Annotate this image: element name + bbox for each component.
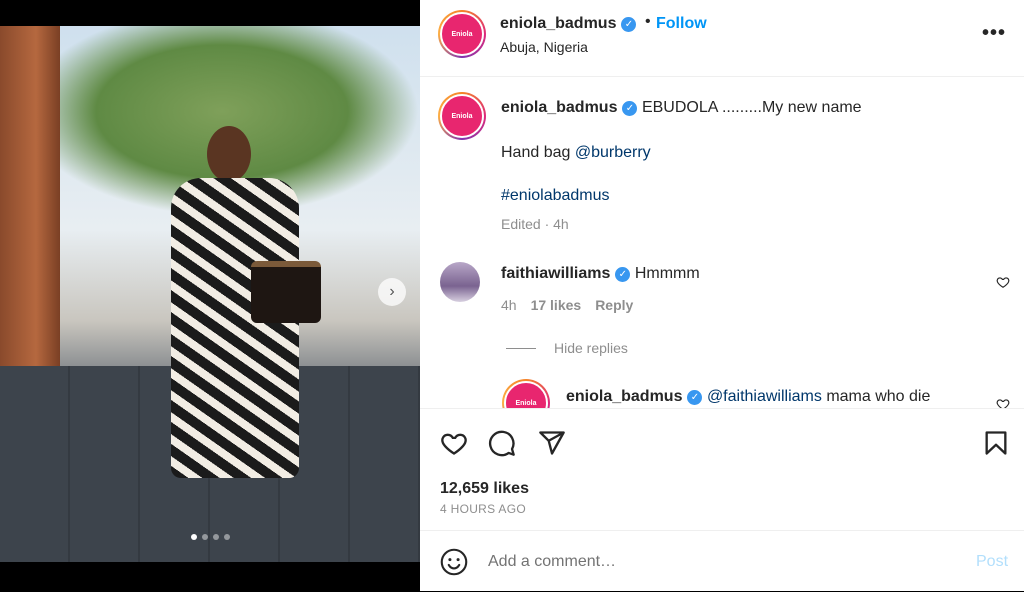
next-arrow-icon[interactable]: ›: [378, 278, 406, 306]
avatar-logo: Eniola: [440, 94, 484, 138]
comment-input[interactable]: [488, 549, 948, 575]
photo-wall: [0, 26, 60, 386]
comment-line: faithiawilliams ✓ Hmmmm: [501, 265, 700, 283]
username-link[interactable]: eniola_badmus ✓: [500, 15, 637, 33]
caption-line: #eniolabadmus: [501, 187, 610, 205]
post-time[interactable]: 4 HOURS AGO: [440, 502, 526, 516]
heart-icon[interactable]: [440, 429, 468, 457]
comment-icon[interactable]: [488, 429, 516, 457]
location-link[interactable]: Abuja, Nigeria: [500, 39, 588, 55]
verified-icon: ✓: [622, 101, 638, 116]
photo-person-outfit: [171, 178, 299, 478]
caption-line: Hand bag @burberry: [501, 144, 651, 162]
verified-icon: ✓: [615, 267, 631, 282]
verified-icon: ✓: [621, 17, 637, 32]
avatar-logo: Eniola: [440, 12, 484, 56]
hashtag-link[interactable]: #eniolabadmus: [501, 187, 610, 204]
photo-handbag: [251, 261, 321, 323]
post-header: Eniola eniola_badmus ✓ • Follow Abuja, Ni…: [420, 0, 1024, 77]
verified-icon: ✓: [687, 390, 703, 405]
post-photo[interactable]: [0, 26, 420, 562]
mention-link[interactable]: @faithiawilliams: [707, 388, 822, 405]
comment-likes[interactable]: 17 likes: [531, 297, 582, 313]
comment-time: 4h: [501, 297, 517, 313]
post-button[interactable]: Post: [976, 553, 1008, 571]
comment-avatar[interactable]: [440, 262, 480, 302]
photo-person-head: [207, 126, 251, 182]
carousel-dot: [223, 534, 230, 540]
more-icon[interactable]: •••: [982, 22, 1006, 45]
comments-section[interactable]: Eniola eniola_badmus ✓ EBUDOLA .........M…: [420, 77, 1024, 408]
photo-person: [165, 126, 321, 506]
reply-avatar[interactable]: Eniola: [502, 379, 550, 408]
caption-avatar[interactable]: Eniola: [438, 92, 486, 140]
avatar-logo: Eniola: [504, 381, 548, 408]
caption-handbag-text: Hand bag: [501, 144, 575, 161]
comment-composer: Post: [420, 530, 1024, 592]
post-panel: Eniola eniola_badmus ✓ • Follow Abuja, Ni…: [420, 0, 1024, 591]
reply-line: eniola_badmus ✓ @faithiawilliams mama who…: [566, 388, 930, 406]
reply-like-heart-icon[interactable]: [996, 397, 1010, 408]
caption-edited-time: Edited · 4h: [501, 216, 569, 232]
hide-replies-button[interactable]: Hide replies: [506, 340, 628, 356]
reply-username[interactable]: eniola_badmus: [566, 388, 682, 405]
caption-username[interactable]: eniola_badmus: [501, 99, 617, 116]
carousel-dot: [201, 534, 208, 540]
follow-button[interactable]: Follow: [656, 15, 707, 33]
mention-link[interactable]: @burberry: [575, 144, 651, 161]
comment-meta: 4h 17 likes Reply: [501, 297, 647, 313]
comment-like-heart-icon[interactable]: [996, 275, 1010, 289]
separator-dot: •: [645, 13, 651, 30]
emoji-icon[interactable]: [440, 548, 468, 576]
post-media: ›: [0, 0, 420, 591]
likes-count[interactable]: 12,659 likes: [440, 480, 529, 498]
carousel-dot: [190, 534, 197, 540]
carousel-dot: [212, 534, 219, 540]
divider: [506, 348, 536, 349]
caption-line: eniola_badmus ✓ EBUDOLA .........My new n…: [501, 99, 862, 117]
comment-username[interactable]: faithiawilliams: [501, 265, 610, 282]
share-icon[interactable]: [538, 429, 566, 457]
avatar[interactable]: Eniola: [438, 10, 486, 58]
carousel-dots: [0, 534, 420, 544]
hide-replies-label: Hide replies: [554, 340, 628, 356]
action-bar: 12,659 likes 4 HOURS AGO: [420, 408, 1024, 531]
reply-text: mama who die: [826, 388, 931, 405]
caption-text: EBUDOLA .........My new name: [641, 99, 862, 116]
bookmark-icon[interactable]: [982, 429, 1010, 457]
comment-text: Hmmmm: [634, 265, 700, 282]
username[interactable]: eniola_badmus: [500, 15, 616, 32]
reply-button[interactable]: Reply: [595, 297, 633, 313]
